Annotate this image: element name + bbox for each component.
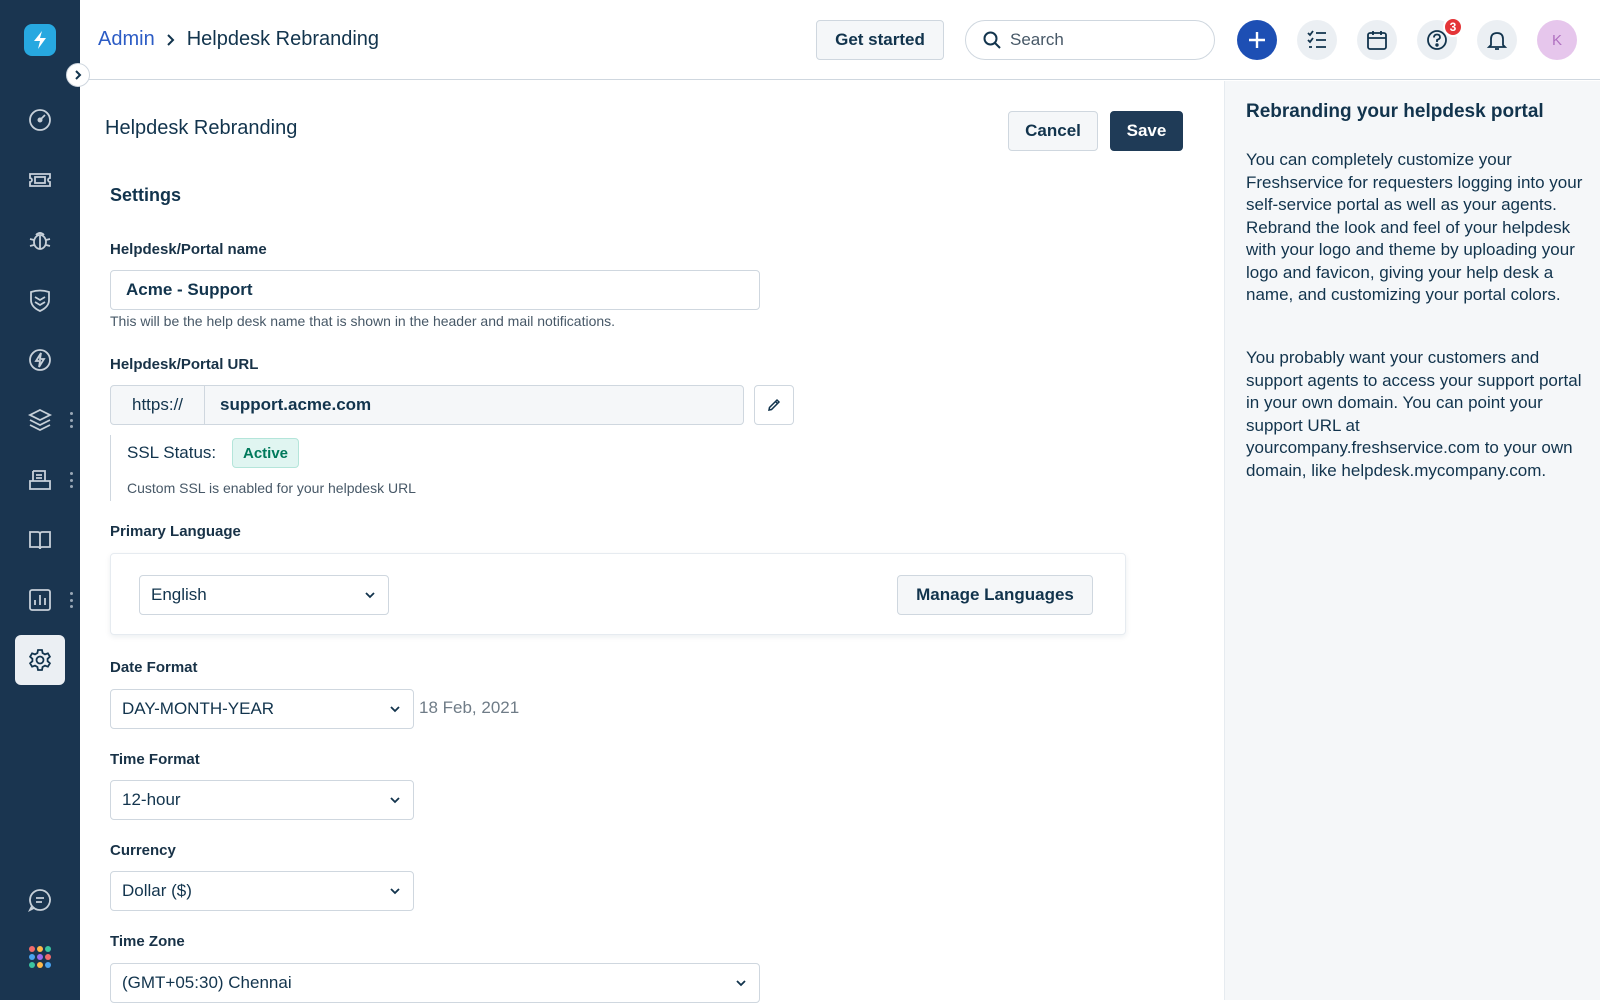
purchase-orders-more-icon[interactable] [66,470,76,490]
chevron-right-icon [165,33,177,47]
shield-icon [30,289,50,312]
notification-count-badge: 3 [1443,17,1463,37]
time-zone-value: (GMT+05:30) Chennai [122,973,292,992]
bell-icon [1486,32,1508,50]
dashboard-icon [29,109,51,131]
ssl-status-note: Custom SSL is enabled for your helpdesk … [127,480,416,496]
help-button[interactable]: 3 [1417,17,1463,60]
bug-icon [29,232,51,250]
help-panel: Rebranding your helpdesk portal You can … [1224,81,1600,1000]
manage-languages-button[interactable]: Manage Languages [897,575,1093,615]
help-paragraph-1: You can completely customize your Freshs… [1246,150,1583,304]
gear-icon [28,649,52,671]
sidebar-item-purchase-orders[interactable] [15,455,65,505]
url-domain-value: support.acme.com [220,395,372,414]
currency-value: Dollar ($) [122,881,192,900]
chevron-right-icon [75,70,82,80]
time-format-value: 12-hour [122,790,181,809]
date-format-value: DAY-MONTH-YEAR [122,699,275,718]
chat-icon [27,889,51,913]
ticket-icon [29,173,51,187]
sidebar-item-dashboard[interactable] [15,95,65,145]
calendar-button[interactable] [1357,20,1397,60]
inbox-icon [29,470,51,490]
search-box[interactable] [965,20,1215,60]
freshservice-logo-icon[interactable] [24,24,56,56]
book-icon [29,531,51,550]
time-zone-select[interactable]: (GMT+05:30) Chennai [110,963,760,1003]
avatar[interactable]: K [1537,20,1577,60]
primary-language-label: Primary Language [110,523,241,540]
page-title: Helpdesk Rebranding [105,117,298,139]
sidebar-item-releases[interactable] [15,335,65,385]
search-input[interactable] [1010,30,1190,50]
date-format-select[interactable]: DAY-MONTH-YEAR [110,689,414,729]
sidebar-item-analytics[interactable] [15,575,65,625]
sidebar-item-admin[interactable] [15,635,65,685]
save-button[interactable]: Save [1110,111,1183,151]
portal-url-field: https:// support.acme.com [110,385,744,425]
edit-url-button[interactable] [754,385,794,425]
primary-language-value: English [151,585,207,604]
primary-language-select[interactable]: English [139,575,389,615]
help-title: Rebranding your helpdesk portal [1246,101,1544,122]
date-format-preview: 18 Feb, 2021 [419,698,520,717]
url-protocol-prefix: https:// [111,386,205,424]
sidebar-item-tickets[interactable] [15,155,65,205]
lightning-icon [29,349,51,371]
date-format-label: Date Format [110,659,198,676]
search-icon [983,31,1001,49]
help-paragraph-2: You probably want your customers and sup… [1246,348,1582,480]
sidebar-item-assets[interactable] [15,395,65,445]
top-header: Admin Helpdesk Rebranding Get started 3 … [80,0,1600,80]
currency-select[interactable]: Dollar ($) [110,871,414,911]
chevron-down-icon [390,797,400,804]
ssl-status-block: SSL Status: Active Custom SSL is enabled… [110,435,710,501]
portal-name-field[interactable]: Acme - Support [110,270,760,310]
layers-icon [27,408,53,432]
breadcrumb-current: Helpdesk Rebranding [186,28,380,50]
analytics-more-icon[interactable] [66,590,76,610]
chevron-down-icon [365,592,375,599]
sidebar [0,0,80,1000]
time-format-label: Time Format [110,751,200,768]
plus-icon [1249,32,1265,48]
portal-name-hint: This will be the help desk name that is … [110,313,616,329]
pencil-icon [768,398,781,411]
settings-main: Helpdesk Rebranding Cancel Save Settings… [80,81,1224,1003]
assets-more-icon[interactable] [66,410,76,430]
portal-url-label: Helpdesk/Portal URL [110,356,259,373]
portal-name-label: Helpdesk/Portal name [110,241,267,258]
new-item-button[interactable] [1237,20,1277,60]
settings-section-title: Settings [110,185,182,205]
chevron-down-icon [736,980,746,987]
currency-label: Currency [110,842,176,859]
cancel-button[interactable]: Cancel [1008,111,1098,151]
calendar-icon [1367,31,1387,50]
breadcrumb: Admin Helpdesk Rebranding [98,28,379,51]
sidebar-item-solutions[interactable] [15,515,65,565]
bar-chart-icon [29,589,51,611]
todo-button[interactable] [1297,20,1337,60]
notifications-button[interactable] [1477,20,1517,60]
breadcrumb-admin-link[interactable]: Admin [98,28,155,51]
checklist-icon [1307,30,1326,48]
time-format-select[interactable]: 12-hour [110,780,414,820]
ssl-status-label: SSL Status: [127,443,217,462]
sidebar-item-chat[interactable] [15,875,65,925]
get-started-button[interactable]: Get started [816,20,944,60]
status-badge: Active [232,438,300,468]
sidebar-item-problems[interactable] [15,215,65,265]
sidebar-item-changes[interactable] [15,275,65,325]
time-zone-label: Time Zone [110,933,185,950]
primary-language-card: English Manage Languages [110,553,1126,635]
chevron-down-icon [390,706,400,713]
chevron-down-icon [390,888,400,895]
sidebar-expand-button[interactable] [66,63,90,87]
apps-grid-icon[interactable] [29,946,51,968]
